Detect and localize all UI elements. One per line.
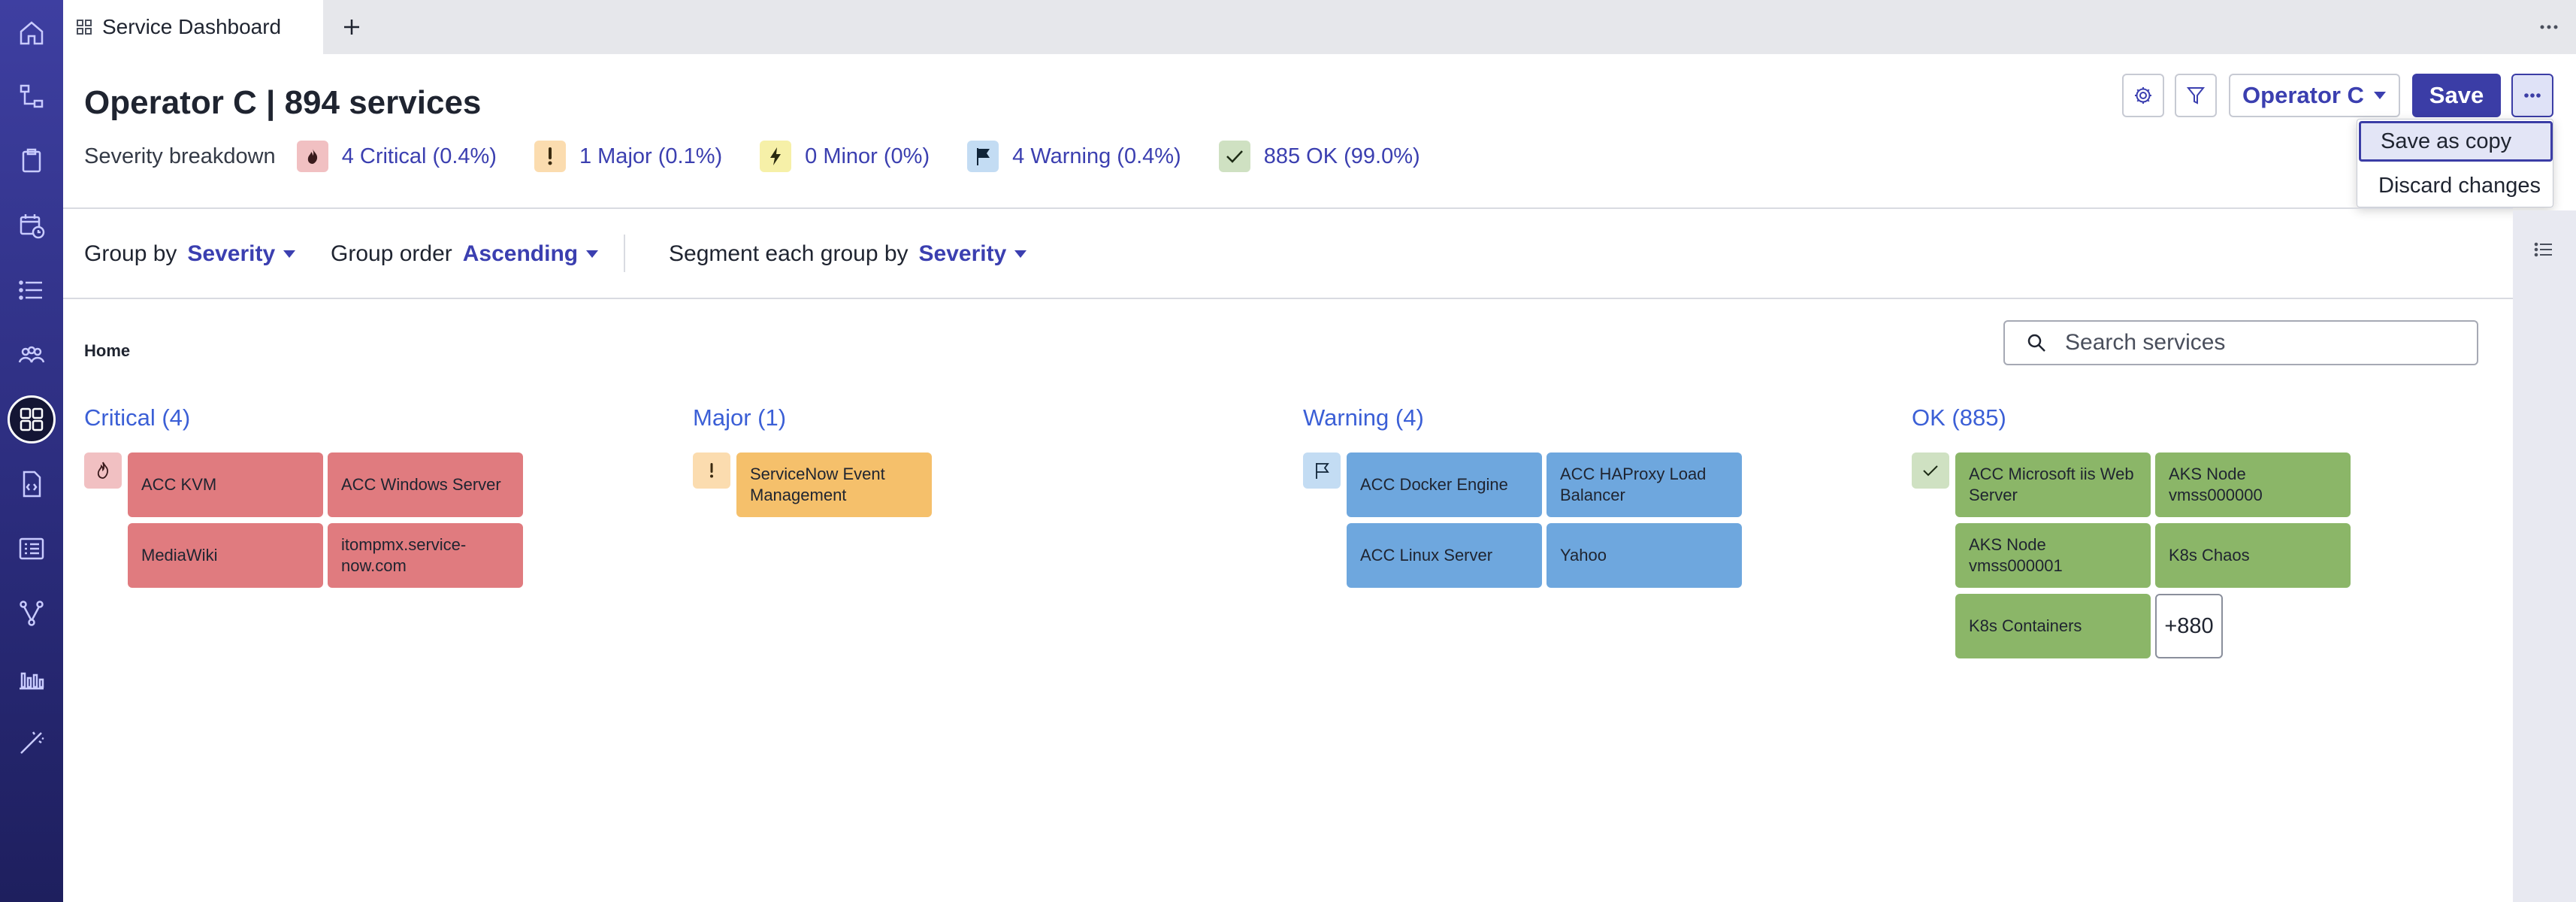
service-card[interactable]: K8s Containers: [1955, 594, 2151, 658]
segment-control: Segment each group by Severity: [669, 236, 1027, 272]
page-title: Operator C | 894 services: [84, 84, 482, 121]
tab-bar: Service Dashboard: [63, 0, 2576, 54]
more-services-button[interactable]: +880: [2155, 594, 2223, 658]
bar-chart-icon[interactable]: [8, 654, 56, 702]
list-icon[interactable]: [8, 266, 56, 314]
service-card[interactable]: ACC Microsoft iis Web Server: [1955, 453, 2151, 517]
group-order-label: Group order: [331, 241, 452, 266]
service-card[interactable]: AKS Node vmss000000: [2155, 453, 2351, 517]
topology-icon[interactable]: [8, 72, 56, 120]
warning-group-icon: [1303, 453, 1341, 489]
major-group-icon: [693, 453, 730, 489]
table-list-icon[interactable]: [8, 525, 56, 573]
dashboard-tab-icon: [77, 20, 92, 35]
tab-overflow-button[interactable]: [2532, 11, 2565, 44]
warning-count-label: 4 Warning (0.4%): [1012, 144, 1181, 168]
service-card[interactable]: Yahoo: [1547, 523, 1742, 588]
group-by-dropdown[interactable]: Severity: [187, 241, 275, 267]
breakdown-label: Severity breakdown: [84, 144, 276, 168]
severity-warning-link[interactable]: 4 Warning (0.4%): [967, 141, 1181, 172]
minor-count-label: 0 Minor (0%): [805, 144, 930, 168]
dashboard-grid-icon[interactable]: [8, 395, 56, 443]
menu-item-discard-changes[interactable]: Discard changes: [2357, 165, 2554, 207]
toolbar-separator: [624, 235, 625, 272]
severity-critical-link[interactable]: 4 Critical (0.4%): [296, 141, 497, 172]
ok-group-icon: [1912, 453, 1949, 489]
menu-item-save-as-copy[interactable]: Save as copy: [2359, 121, 2553, 162]
breadcrumb[interactable]: Home: [84, 341, 130, 361]
toolbar-divider: [63, 298, 2513, 299]
service-card[interactable]: ACC KVM: [128, 453, 323, 517]
chevron-down-icon[interactable]: [585, 250, 599, 259]
wand-icon[interactable]: [8, 719, 56, 767]
service-card[interactable]: MediaWiki: [128, 523, 323, 588]
operator-label: Operator C: [2242, 82, 2364, 108]
segment-label: Segment each group by: [669, 241, 909, 266]
group-order-dropdown[interactable]: Ascending: [463, 241, 578, 267]
group-title-warning[interactable]: Warning (4): [1303, 404, 1424, 431]
warning-icon: [967, 141, 999, 172]
more-actions-button[interactable]: [2511, 74, 2553, 117]
tab-title: Service Dashboard: [102, 15, 282, 38]
major-count-label: 1 Major (0.1%): [579, 144, 723, 168]
severity-breakdown: Severity breakdown 4 Critical (0.4%) 1 M…: [84, 138, 1458, 174]
left-nav-rail: [0, 0, 63, 902]
filter-icon: [2186, 87, 2206, 104]
panel-list-icon[interactable]: [2532, 238, 2556, 262]
group-title-ok[interactable]: OK (885): [1912, 404, 2006, 431]
group-by-control: Group by Severity: [84, 236, 296, 272]
more-actions-menu: Save as copy Discard changes: [2357, 119, 2553, 207]
search-icon: [2027, 334, 2045, 352]
header-divider: [63, 207, 2513, 209]
clipboard-icon[interactable]: [8, 137, 56, 185]
critical-icon: [296, 141, 328, 172]
service-card[interactable]: K8s Chaos: [2155, 523, 2351, 588]
search-field[interactable]: [2003, 320, 2478, 365]
filter-button[interactable]: [2175, 74, 2217, 117]
gear-icon: [2135, 87, 2151, 104]
chevron-down-icon[interactable]: [1014, 250, 1027, 259]
service-card[interactable]: ACC Windows Server: [328, 453, 523, 517]
tab-service-dashboard[interactable]: Service Dashboard: [63, 0, 323, 54]
segment-dropdown[interactable]: Severity: [919, 241, 1007, 267]
service-card[interactable]: ACC Docker Engine: [1347, 453, 1542, 517]
operator-dropdown[interactable]: Operator C: [2229, 74, 2400, 117]
chevron-down-icon[interactable]: [283, 250, 296, 259]
severity-ok-link[interactable]: 885 OK (99.0%): [1218, 141, 1420, 172]
critical-count-label: 4 Critical (0.4%): [341, 144, 497, 168]
ellipsis-icon: [2540, 25, 2558, 29]
ellipsis-icon: [2524, 93, 2541, 98]
groups-icon[interactable]: [8, 331, 56, 379]
plus-icon: [344, 20, 359, 35]
group-title-critical[interactable]: Critical (4): [84, 404, 190, 431]
code-file-icon[interactable]: [8, 460, 56, 508]
service-card[interactable]: ServiceNow Event Management: [736, 453, 932, 517]
service-card[interactable]: AKS Node vmss000001: [1955, 523, 2151, 588]
service-card[interactable]: ACC HAProxy Load Balancer: [1547, 453, 1742, 517]
group-order-control: Group order Ascending: [331, 236, 599, 272]
severity-major-link[interactable]: 1 Major (0.1%): [534, 141, 722, 172]
settings-button[interactable]: [2122, 74, 2164, 117]
add-tab-button[interactable]: [335, 11, 368, 44]
save-button-label: Save: [2429, 82, 2484, 108]
schedule-icon[interactable]: [8, 201, 56, 250]
ok-icon: [1218, 141, 1250, 172]
search-input[interactable]: [2065, 330, 2456, 356]
critical-group-icon: [84, 453, 122, 489]
chevron-down-icon: [2373, 92, 2386, 99]
minor-icon: [760, 141, 792, 172]
service-card[interactable]: itompmx.service-now.com: [328, 523, 523, 588]
home-icon[interactable]: [8, 9, 56, 57]
save-button[interactable]: Save: [2412, 74, 2501, 117]
severity-minor-link[interactable]: 0 Minor (0%): [760, 141, 930, 172]
group-title-major[interactable]: Major (1): [693, 404, 786, 431]
service-card[interactable]: ACC Linux Server: [1347, 523, 1542, 588]
ok-count-label: 885 OK (99.0%): [1263, 144, 1420, 168]
major-icon: [534, 141, 566, 172]
group-by-label: Group by: [84, 241, 177, 266]
branch-icon[interactable]: [8, 589, 56, 637]
right-side-panel: [2513, 210, 2576, 902]
